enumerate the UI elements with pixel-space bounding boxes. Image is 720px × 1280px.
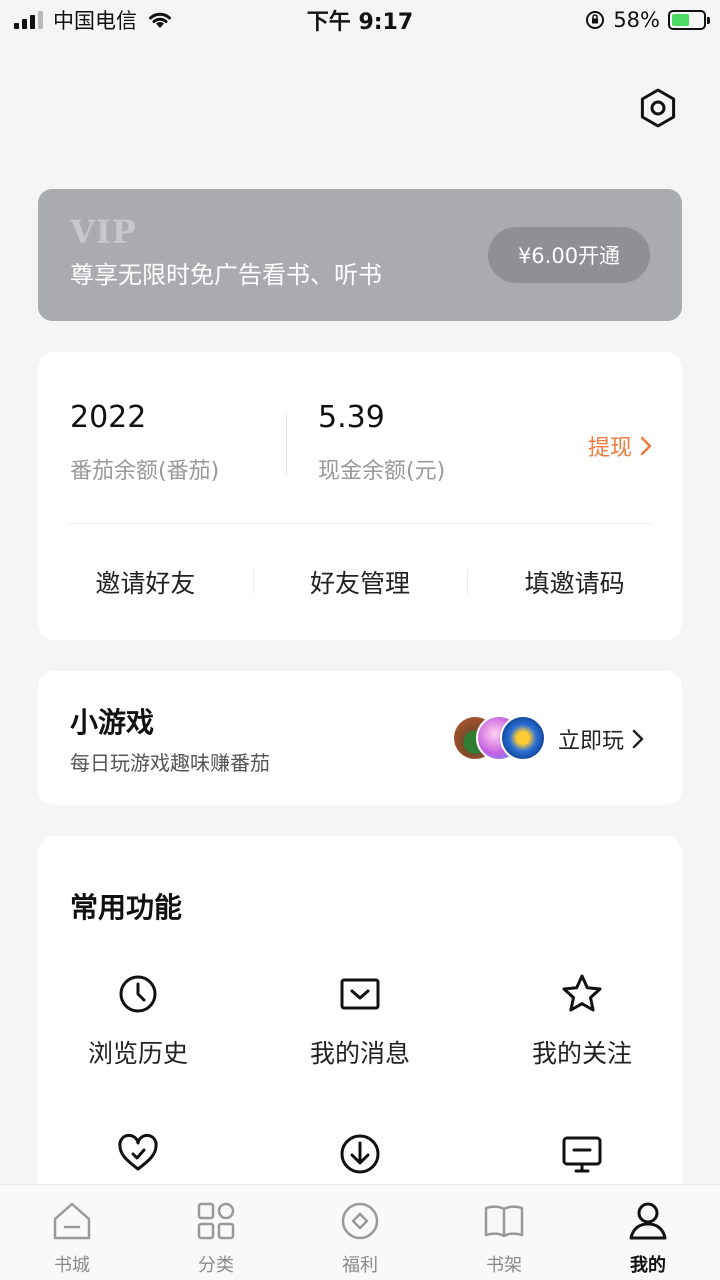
browse-history-button[interactable]: 浏览历史: [38, 972, 238, 1070]
mini-games-card[interactable]: 小游戏 每日玩游戏趣味赚番茄 立即玩: [38, 671, 682, 805]
cash-balance[interactable]: 5.39 现金余额(元): [318, 400, 445, 485]
feature-label: 我的消息: [309, 1039, 410, 1068]
tab-mine[interactable]: 我的: [576, 1185, 720, 1280]
vip-open-button[interactable]: ¥6.00开通: [488, 227, 650, 283]
withdraw-button[interactable]: 提现: [588, 430, 652, 462]
cash-balance-label: 现金余额(元): [318, 459, 446, 484]
my-messages-button[interactable]: 我的消息: [260, 972, 460, 1070]
heart-icon: [118, 1133, 158, 1171]
tomato-balance-label: 番茄余额(番茄): [70, 459, 220, 484]
status-bar: 中国电信 下午 9:17 58%: [0, 0, 720, 40]
my-follows-button[interactable]: 我的关注: [482, 972, 682, 1070]
tab-bookshelf[interactable]: 书架: [432, 1185, 576, 1280]
star-icon: [562, 974, 602, 1012]
user-icon: [629, 1202, 667, 1240]
friend-actions: 邀请好友 好友管理 填邀请码: [38, 524, 682, 640]
tab-label: 我的: [630, 1255, 666, 1276]
withdraw-label: 提现: [587, 436, 632, 461]
tab-bookstore[interactable]: 书城: [0, 1185, 144, 1280]
gear-icon: [640, 88, 676, 128]
racing-game-icon: [500, 715, 546, 761]
signal-icon: [14, 11, 43, 29]
wifi-icon: [149, 12, 171, 28]
invite-friends-button[interactable]: 邀请好友: [38, 564, 253, 600]
divider: [286, 414, 287, 476]
coin-icon: [341, 1202, 379, 1240]
tab-label: 福利: [342, 1255, 378, 1276]
mini-games-title: 小游戏: [70, 706, 155, 739]
vip-logo: VIP: [70, 213, 137, 251]
battery-percent: 58%: [613, 8, 660, 32]
book-icon: [484, 1205, 524, 1238]
game-thumbnails: [452, 715, 546, 761]
clock-icon: [119, 975, 157, 1013]
home-icon: [53, 1202, 91, 1240]
tab-label: 书架: [486, 1255, 522, 1276]
tomato-balance[interactable]: 2022 番茄余额(番茄): [70, 400, 219, 485]
tab-label: 分类: [198, 1255, 234, 1276]
carrier-label: 中国电信: [53, 9, 137, 33]
vip-banner[interactable]: VIP 尊享无限时免广告看书、听书 ¥6.00开通: [38, 189, 682, 321]
chevron-right-icon: [632, 729, 644, 749]
cash-balance-value: 5.39: [318, 400, 385, 435]
grid-icon: [197, 1202, 235, 1240]
tab-welfare[interactable]: 福利: [288, 1185, 432, 1280]
vip-description: 尊享无限时免广告看书、听书: [70, 261, 382, 289]
common-features-card: 常用功能 浏览历史 我的消息 我的关注: [38, 836, 682, 1236]
mini-games-subtitle: 每日玩游戏趣味赚番茄: [70, 751, 270, 775]
clock: 下午 9:17: [306, 10, 414, 35]
feature-label: 浏览历史: [87, 1039, 188, 1068]
feature-label: 我的关注: [531, 1039, 632, 1068]
bottom-tab-bar: 书城 分类 福利 书架 我的: [0, 1184, 720, 1280]
play-now-label: 立即玩: [558, 729, 625, 754]
manage-friends-button[interactable]: 好友管理: [252, 564, 468, 600]
settings-button[interactable]: [636, 86, 680, 130]
chevron-right-icon: [640, 436, 652, 456]
battery-icon: [668, 10, 710, 30]
tab-category[interactable]: 分类: [144, 1185, 288, 1280]
download-icon: [340, 1134, 380, 1174]
features-title: 常用功能: [70, 891, 183, 924]
play-now-button[interactable]: 立即玩: [558, 723, 644, 755]
message-icon: [340, 978, 380, 1010]
orientation-lock-icon: [586, 11, 605, 29]
wallet-card: 2022 番茄余额(番茄) 5.39 现金余额(元) 提现 邀请好友 好友管理 …: [38, 352, 682, 640]
tomato-balance-value: 2022: [70, 400, 147, 435]
enter-invite-code-button[interactable]: 填邀请码: [467, 564, 682, 600]
monitor-icon: [562, 1136, 602, 1173]
tab-label: 书城: [54, 1255, 90, 1276]
